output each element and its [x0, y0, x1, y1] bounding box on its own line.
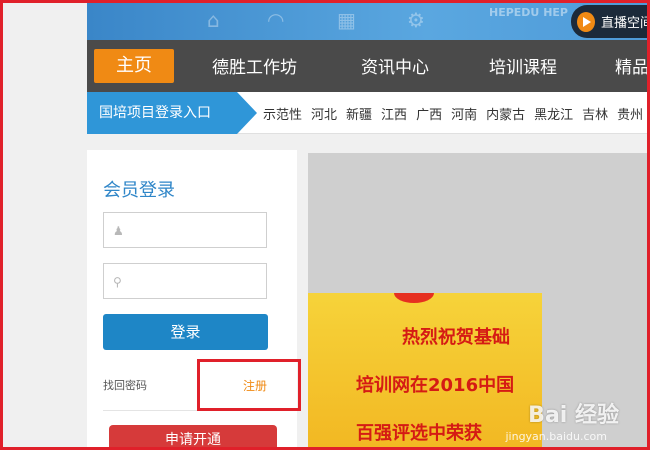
emblem-icon	[394, 293, 434, 303]
baidu-watermark-url: jingyan.baidu.com	[505, 430, 607, 443]
live-space-button[interactable]: 直播空间	[571, 5, 650, 38]
region-link[interactable]: 河南	[451, 104, 477, 123]
baidu-watermark: Bai 经验	[528, 403, 619, 428]
promo-banner[interactable]: 热烈祝贺基础 培训网在2016中国 百强评选中荣获	[308, 293, 542, 447]
banner-watermark: HEPEDU HEP	[489, 6, 568, 19]
forgot-password-link[interactable]: 找回密码	[103, 377, 147, 393]
nav-item-news[interactable]: 资讯中心	[361, 53, 429, 78]
project-login-entry[interactable]: 国培项目登录入口	[87, 92, 257, 134]
nav-item-courses[interactable]: 培训课程	[489, 53, 557, 78]
decor-icon: ⌂	[207, 8, 220, 32]
region-link[interactable]: 新疆	[346, 104, 372, 123]
top-banner: ⌂ ◠ ▦ ⚙ HEPEDU HEP 直播空间	[87, 3, 650, 40]
region-link[interactable]: 吉林	[582, 104, 608, 123]
live-space-label: 直播空间	[600, 16, 650, 31]
region-list: 示范性 河北 新疆 江西 广西 河南 内蒙古 黑龙江 吉林 贵州 四	[263, 92, 647, 134]
nav-item-workshop[interactable]: 德胜工作坊	[212, 53, 297, 78]
promo-line: 热烈祝贺基础	[402, 327, 510, 348]
promo-line: 培训网在2016中国	[356, 375, 515, 396]
region-link[interactable]: 广西	[416, 104, 442, 123]
main-nav: 主页 德胜工作坊 资讯中心 培训课程 精品	[87, 40, 647, 92]
promo-line: 百强评选中荣获	[356, 423, 482, 444]
nav-item-home[interactable]: 主页	[94, 49, 174, 83]
username-field[interactable]: ♟	[103, 212, 267, 248]
region-link[interactable]: 贵州	[617, 104, 643, 123]
screenshot-frame: ⌂ ◠ ▦ ⚙ HEPEDU HEP 直播空间 主页 德胜工作坊 资讯中心 培训…	[0, 0, 650, 450]
region-link[interactable]: 黑龙江	[534, 104, 573, 123]
region-bar: 国培项目登录入口 示范性 河北 新疆 江西 广西 河南 内蒙古 黑龙江 吉林 贵…	[87, 92, 647, 134]
decor-icon: ▦	[337, 8, 356, 32]
region-link[interactable]: 江西	[381, 104, 407, 123]
password-field[interactable]: ⚲	[103, 263, 267, 299]
register-highlight-box	[197, 359, 301, 411]
region-link[interactable]: 内蒙古	[486, 104, 525, 123]
login-title: 会员登录	[103, 180, 175, 201]
key-icon: ⚲	[113, 275, 122, 289]
user-icon: ♟	[113, 224, 124, 238]
password-input[interactable]	[134, 270, 262, 292]
region-link[interactable]: 示范性	[263, 104, 302, 123]
decor-icon: ⚙	[407, 8, 425, 32]
username-input[interactable]	[134, 219, 262, 241]
region-link[interactable]: 河北	[311, 104, 337, 123]
play-icon	[577, 11, 595, 32]
nav-item-featured[interactable]: 精品	[615, 53, 647, 78]
login-button[interactable]: 登录	[103, 314, 268, 350]
apply-account-button[interactable]: 申请开通	[109, 425, 277, 447]
wifi-icon: ◠	[267, 8, 285, 32]
